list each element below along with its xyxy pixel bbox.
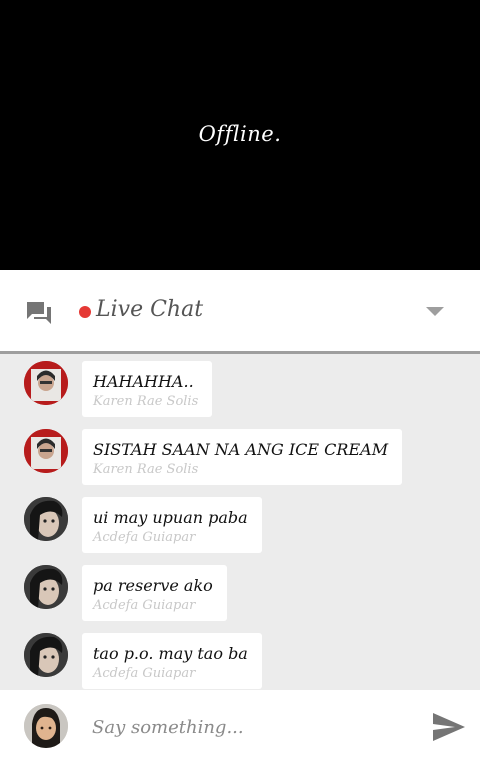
message-bubble: HAHAHHA.. Karen Rae Solis <box>82 361 213 417</box>
chat-header: Live Chat <box>0 270 480 354</box>
list-item: tao p.o. may tao ba Acdefa Guiapar <box>0 629 480 689</box>
message-author: Karen Rae Solis <box>93 462 199 477</box>
message-text: SISTAH SAAN NA ANG ICE CREAM <box>93 440 389 459</box>
video-player[interactable]: Offline. <box>0 0 480 270</box>
message-author: Acdefa Guiapar <box>93 598 196 613</box>
message-author: Acdefa Guiapar <box>93 530 196 545</box>
message-text: pa reserve ako <box>93 576 213 595</box>
message-author: Karen Rae Solis <box>93 394 199 409</box>
caret-down-icon[interactable] <box>426 307 444 316</box>
send-icon[interactable] <box>432 712 466 742</box>
list-item: pa reserve ako Acdefa Guiapar <box>0 561 480 621</box>
message-bubble: ui may upuan paba Acdefa Guiapar <box>82 497 262 553</box>
avatar <box>24 704 68 748</box>
message-composer <box>0 690 480 762</box>
message-list[interactable]: HAHAHHA.. Karen Rae Solis SISTAH SAAN NA… <box>0 357 480 690</box>
message-input[interactable] <box>92 712 412 742</box>
offline-status: Offline. <box>198 122 282 146</box>
message-text: tao p.o. may tao ba <box>93 644 248 663</box>
message-text: HAHAHHA.. <box>93 372 194 391</box>
avatar <box>24 361 68 405</box>
list-item: ui may upuan paba Acdefa Guiapar <box>0 493 480 553</box>
live-indicator <box>79 306 91 318</box>
list-item: HAHAHHA.. Karen Rae Solis <box>0 357 480 417</box>
message-bubble: SISTAH SAAN NA ANG ICE CREAM Karen Rae S… <box>82 429 403 485</box>
chat-title: Live Chat <box>96 297 204 322</box>
message-bubble: tao p.o. may tao ba Acdefa Guiapar <box>82 633 262 689</box>
list-item: SISTAH SAAN NA ANG ICE CREAM Karen Rae S… <box>0 425 480 485</box>
chat-bubbles-icon <box>27 302 51 324</box>
avatar <box>24 429 68 473</box>
message-bubble: pa reserve ako Acdefa Guiapar <box>82 565 227 621</box>
avatar <box>24 633 68 677</box>
avatar <box>24 497 68 541</box>
avatar <box>24 565 68 609</box>
message-text: ui may upuan paba <box>93 508 248 527</box>
message-author: Acdefa Guiapar <box>93 666 196 681</box>
